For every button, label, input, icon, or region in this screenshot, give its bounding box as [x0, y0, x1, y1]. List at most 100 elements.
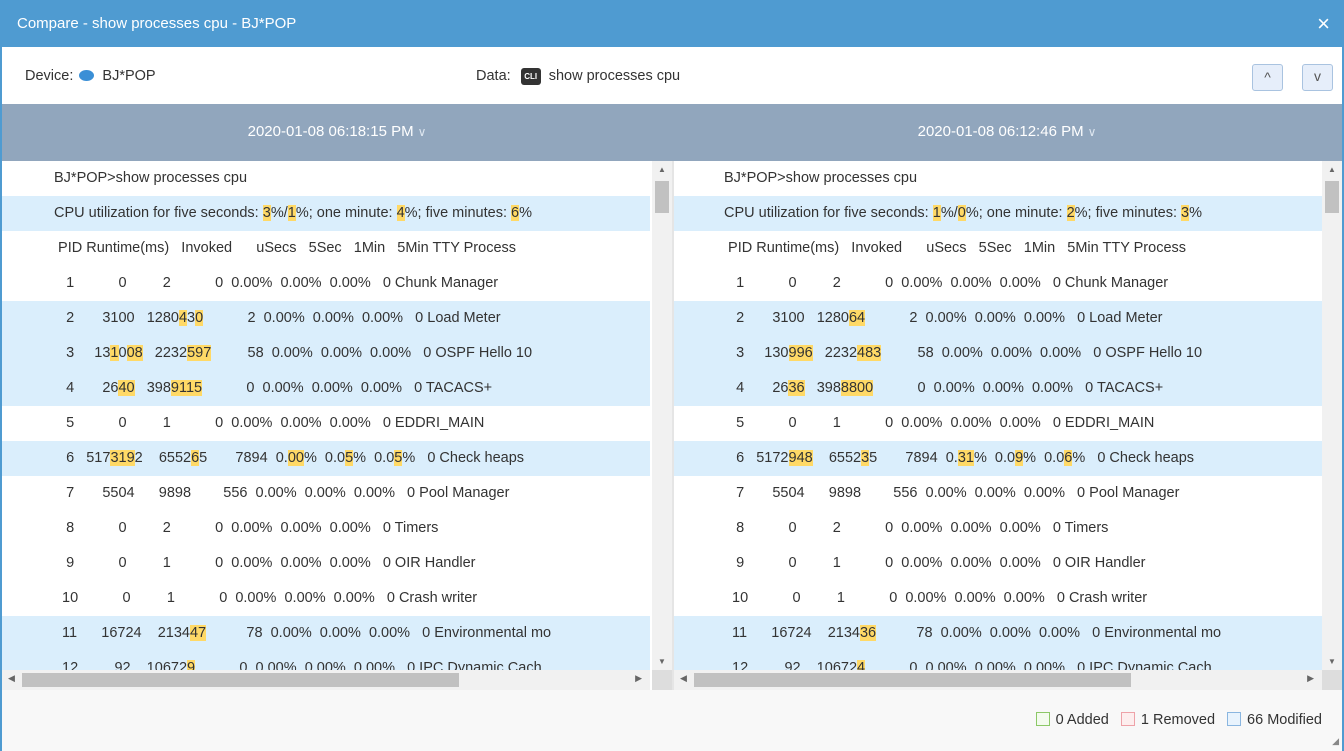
line-text: 78 0.00% 0.00% 0.00% 0 Environmental mo	[876, 625, 1222, 641]
added-swatch-icon	[1035, 712, 1050, 726]
modified-output-line: 4 2636 3988800 0 0.00% 0.00% 0.00% 0 TAC…	[674, 371, 1322, 406]
left-output-content: BJ*POP>show processes cpu CPU utilization…	[2, 161, 650, 670]
resize-grip-icon[interactable]: ◢	[1332, 736, 1339, 747]
scroll-up-icon[interactable]: ▲	[652, 165, 672, 174]
output-line: 10 0 1 0 0.00% 0.00% 0.00% 0 Crash write…	[2, 581, 650, 616]
diff-highlight: 483	[857, 345, 882, 361]
scroll-thumb[interactable]	[694, 673, 1131, 687]
scroll-corner	[1322, 670, 1342, 690]
modified-output-line: 12 92 106729 0 0.00% 0.00% 0.00% 0 IPC D…	[2, 651, 650, 670]
modified-output-line: 3 131008 2232597 58 0.00% 0.00% 0.00% 0 …	[2, 336, 650, 371]
output-line: BJ*POP>show processes cpu	[2, 161, 650, 196]
diff-highlight: 4	[857, 660, 866, 670]
line-text: %/	[270, 205, 288, 221]
scroll-left-icon[interactable]: ◀	[8, 673, 15, 684]
legend-added-label: 0 Added	[1055, 712, 1109, 728]
right-output-content: BJ*POP>show processes cpu CPU utilization…	[674, 161, 1322, 670]
line-text: 3 130	[724, 345, 789, 361]
line-text: 58 0.00% 0.00% 0.00% 0 OSPF Hello 10	[881, 345, 1203, 361]
line-text: 12 92 10672	[724, 660, 858, 670]
output-line: 5 0 1 0 0.00% 0.00% 0.00% 0 EDDRI_MAIN	[2, 406, 650, 441]
router-icon	[79, 70, 95, 81]
line-text: 2 3100 1280	[724, 310, 849, 326]
modified-output-line: 6 5172948 655235 7894 0.31% 0.09% 0.06% …	[674, 441, 1322, 476]
scroll-down-icon[interactable]: ▼	[652, 657, 672, 666]
line-text: 2 0.00% 0.00% 0.00% 0 Load Meter	[203, 310, 501, 326]
diff-highlight: 948	[788, 450, 813, 466]
scroll-corner	[652, 670, 672, 690]
device-label: Device:	[25, 68, 74, 84]
line-text: % 0 Check heaps	[1072, 450, 1195, 466]
line-text: 5 0 1 0 0.00% 0.00% 0.00% 0 EDDRI_MAIN	[54, 415, 485, 431]
diff-highlight: 1	[932, 205, 941, 221]
removed-swatch-icon	[1120, 712, 1135, 726]
line-text: 0	[118, 345, 127, 361]
line-text: 2232	[812, 345, 858, 361]
scroll-right-icon[interactable]: ▶	[635, 673, 642, 684]
line-text: 10 0 1 0 0.00% 0.00% 0.00% 0 Crash write…	[724, 590, 1148, 606]
scroll-thumb[interactable]	[655, 181, 669, 213]
left-timestamp-selector[interactable]: 2020-01-08 06:18:15 PM ∨	[2, 104, 672, 160]
diff-highlight: 47	[189, 625, 207, 641]
output-line: 5 0 1 0 0.00% 0.00% 0.00% 0 EDDRI_MAIN	[674, 406, 1322, 441]
right-timestamp: 2020-01-08 06:12:46 PM	[917, 123, 1084, 140]
right-timestamp-selector[interactable]: 2020-01-08 06:12:46 PM ∨	[672, 104, 1342, 160]
diff-highlight: 36	[788, 380, 805, 396]
scroll-up-icon[interactable]: ▲	[1322, 165, 1342, 174]
line-text: BJ*POP>show processes cpu	[54, 170, 248, 186]
scroll-down-icon[interactable]: ▼	[1322, 657, 1342, 666]
line-text: 0 0.00% 0.00% 0.00% 0 TACACS+	[202, 380, 493, 396]
line-text: 58 0.00% 0.00% 0.00% 0 OSPF Hello 10	[211, 345, 533, 361]
legend-modified-label: 66 Modified	[1247, 712, 1322, 728]
line-text: 7 5504 9898 556 0.00% 0.00% 0.00% 0 Pool…	[724, 485, 1180, 501]
line-text: 5 0 1 0 0.00% 0.00% 0.00% 0 EDDRI_MAIN	[724, 415, 1155, 431]
line-text: 5 7894 0.	[199, 450, 288, 466]
line-text: 2232	[142, 345, 188, 361]
line-text: 3	[187, 310, 196, 326]
diff-highlight: 3	[861, 450, 870, 466]
data-value: show processes cpu	[548, 68, 681, 84]
modified-output-line: 3 130996 2232483 58 0.00% 0.00% 0.00% 0 …	[674, 336, 1322, 371]
diff-highlight: 1	[287, 205, 296, 221]
diff-highlight: 9	[1015, 450, 1024, 466]
line-text: 8 0 2 0 0.00% 0.00% 0.00% 0 Timers	[724, 520, 1109, 536]
horizontal-scrollbar[interactable]: ◀ ▶	[2, 670, 650, 690]
modified-output-line: 11 16724 213447 78 0.00% 0.00% 0.00% 0 E…	[2, 616, 650, 651]
diff-highlight: 08	[126, 345, 143, 361]
diff-highlight: 64	[848, 310, 866, 326]
output-line: 1 0 2 0 0.00% 0.00% 0.00% 0 Chunk Manage…	[2, 266, 650, 301]
next-difference-button[interactable]: v	[1302, 64, 1333, 91]
diff-highlight: 6	[191, 450, 200, 466]
chevron-up-icon: ^	[1264, 69, 1271, 85]
line-text: %; five minutes:	[1074, 205, 1182, 221]
scroll-thumb[interactable]	[22, 673, 459, 687]
line-text: 6552	[812, 450, 862, 466]
diff-highlight: 597	[187, 345, 212, 361]
modified-output-line: 2 3100 1280430 2 0.00% 0.00% 0.00% 0 Loa…	[2, 301, 650, 336]
line-text: 6 5172	[724, 450, 789, 466]
line-text: PID Runtime(ms) Invoked uSecs 5Sec 1Min …	[724, 240, 1187, 256]
diff-highlight: 31	[957, 450, 974, 466]
horizontal-scrollbar[interactable]: ◀ ▶	[674, 670, 1322, 690]
vertical-scrollbar[interactable]: ▲ ▼	[1322, 161, 1342, 670]
left-timestamp: 2020-01-08 06:18:15 PM	[247, 123, 414, 140]
diff-highlight: 36	[859, 625, 877, 641]
scroll-right-icon[interactable]: ▶	[1307, 673, 1314, 684]
timestamp-header: 2020-01-08 06:18:15 PM ∨ 2020-01-08 06:12…	[2, 104, 1342, 161]
line-text: %	[519, 205, 532, 221]
device-name[interactable]: BJ*POP	[102, 68, 155, 84]
line-text: % 0.0	[353, 450, 395, 466]
legend-removed: 1 Removed	[1120, 712, 1215, 728]
previous-difference-button[interactable]: ^	[1252, 64, 1283, 91]
scroll-thumb[interactable]	[1325, 181, 1339, 213]
line-text: 2 6552	[134, 450, 192, 466]
vertical-scrollbar[interactable]: ▲ ▼	[652, 161, 672, 670]
diff-highlight: 0	[957, 205, 966, 221]
line-text: %; one minute:	[965, 205, 1067, 221]
line-text: % 0.0	[1023, 450, 1065, 466]
scroll-left-icon[interactable]: ◀	[680, 673, 687, 684]
diff-highlight: 6	[511, 205, 520, 221]
modified-output-line: 4 2640 3989115 0 0.00% 0.00% 0.00% 0 TAC…	[2, 371, 650, 406]
close-icon[interactable]: ×	[1317, 0, 1330, 47]
line-text: 5 7894 0.	[869, 450, 958, 466]
